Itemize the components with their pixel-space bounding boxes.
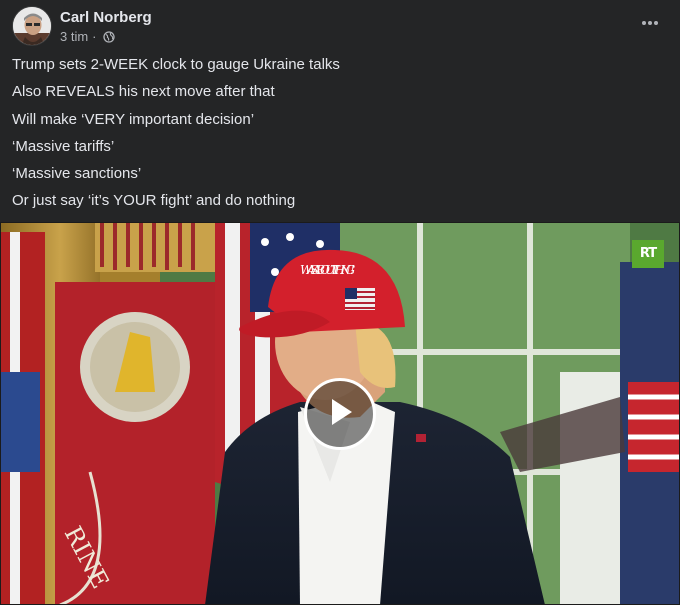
post-text-line: Or just say ‘it’s YOUR fight’ and do not… [12,192,296,210]
play-button[interactable] [304,378,376,450]
post-text-line: ‘Massive tariffs’ [12,137,115,155]
post-text-line: Will make ‘VERY important decision’ [12,110,255,128]
more-horizontal-icon [641,13,659,31]
post-text-line: Trump sets 2-WEEK clock to gauge Ukraine… [12,56,340,73]
author-name[interactable]: Carl Norberg [60,9,152,26]
avatar-image [13,7,51,45]
post-text-line: ‘Massive sanctions’ [12,165,142,183]
post-meta: 3 tim · [60,29,115,44]
cap-text: WAS ABOUT THING! [300,263,356,277]
post-text-line: Also REVEALS his next move after that [12,83,275,101]
more-options-button[interactable] [636,8,664,36]
post-header: Carl Norberg 3 tim · [0,0,680,50]
play-icon [326,397,354,432]
globe-icon [102,30,115,43]
post-text: Trump sets 2-WEEK clock to gauge Ukraine… [12,55,662,219]
post-time[interactable]: 3 tim [60,29,88,44]
author-avatar[interactable] [12,6,52,46]
meta-separator: · [92,29,97,44]
rt-watermark: RT [632,240,664,268]
